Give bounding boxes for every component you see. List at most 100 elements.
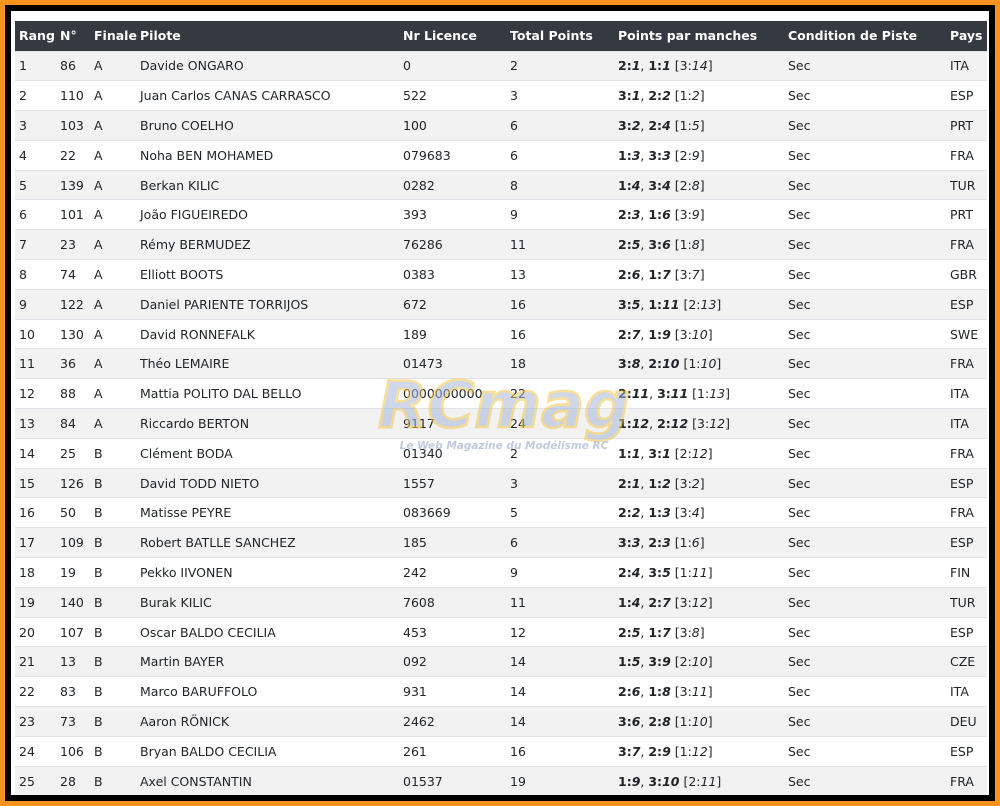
cell-numero: 140 [60,594,84,610]
cell-licence: 0 [403,58,411,74]
cell-licence: 1557 [403,475,435,491]
cell-total-points: 5 [510,505,518,521]
table-row[interactable]: 12 88 A Mattia POLITO DAL BELLO 00000000… [15,378,987,409]
table-row[interactable]: 13 84 A Riccardo BERTON 9117 24 1:12, 2:… [15,408,987,439]
table-row[interactable]: 18 19 B Pekko IIVONEN 242 9 2:4, 3:5 [1:… [15,557,987,588]
score-manche-2: 3:6 [648,237,671,253]
table-row[interactable]: 14 25 B Clément BODA 01340 2 1:1, 3:1 [2… [15,438,987,469]
col-header-numero[interactable]: N° [56,21,90,51]
cell-pilote: David RONNEFALK [140,326,255,342]
cell-condition: Sec [788,594,811,610]
cell-licence: 393 [403,207,427,223]
cell-pilote: Burak KILIC [140,594,212,610]
cell-finale: A [94,415,103,431]
cell-pays: FRA [950,147,974,163]
table-row[interactable]: 23 73 B Aaron RÖNICK 2462 14 3:6, 2:8 [1… [15,706,987,737]
col-header-licence[interactable]: Nr Licence [399,21,506,51]
col-header-finale[interactable]: Finale [90,21,137,51]
score-manche-1: 2:3 [618,207,641,223]
cell-pays: FRA [950,773,974,789]
cell-condition: Sec [788,237,811,253]
score-manche-1: 2:7 [618,326,641,342]
cell-pays: TUR [950,594,976,610]
table-row[interactable]: 3 103 A Bruno COELHO 100 6 3:2, 2:4 [1:5… [15,110,987,141]
score-discarded: 1:8 [679,237,700,253]
table-row[interactable]: 25 28 B Axel CONSTANTIN 01537 19 1:9, 3:… [15,766,987,795]
cell-total-points: 9 [510,207,518,223]
cell-licence: 522 [403,88,427,104]
table-row[interactable]: 5 139 A Berkan KILIC 0282 8 1:4, 3:4 [2:… [15,170,987,200]
col-header-condition[interactable]: Condition de Piste [784,21,946,51]
cell-pilote: Robert BATLLE SANCHEZ [140,535,296,551]
cell-numero: 50 [60,505,76,521]
score-manche-1: 1:3 [618,147,641,163]
cell-total-points: 6 [510,535,518,551]
col-header-pays[interactable]: Pays [946,21,987,51]
table-row[interactable]: 4 22 A Noha BEN MOHAMED 079683 6 1:3, 3:… [15,140,987,171]
cell-total-points: 8 [510,177,518,193]
table-row[interactable]: 20 107 B Oscar BALDO CECILIA 453 12 2:5,… [15,617,987,647]
cell-points-manches: 2:3, 1:6 [3:9] [618,207,705,223]
cell-points-manches: 1:4, 3:4 [2:8] [618,177,705,193]
cell-finale: B [94,594,103,610]
cell-points-manches: 2:6, 1:7 [3:7] [618,266,705,282]
table-header-row: Rang N° Finale Pilote Nr Licence Total P… [15,21,987,51]
cell-total-points: 14 [510,713,526,729]
table-row[interactable]: 17 109 B Robert BATLLE SANCHEZ 185 6 3:3… [15,527,987,558]
cell-numero: 101 [60,207,84,223]
results-table: Rang N° Finale Pilote Nr Licence Total P… [15,21,987,795]
table-row[interactable]: 19 140 B Burak KILIC 7608 11 1:4, 2:7 [3… [15,587,987,618]
col-header-total-points[interactable]: Total Points [506,21,614,51]
score-discarded: 1:5 [679,117,700,133]
cell-points-manches: 2:11, 3:11 [1:13] [618,386,730,402]
col-header-points-manches[interactable]: Points par manches [614,21,784,51]
score-manche-1: 2:5 [618,624,641,640]
col-header-rang[interactable]: Rang [15,21,56,51]
cell-condition: Sec [788,207,811,223]
table-row[interactable]: 15 126 B David TODD NIETO 1557 3 2:1, 1:… [15,468,987,498]
score-discarded: 3:11 [679,684,708,700]
cell-finale: A [94,266,103,282]
table-row[interactable]: 11 36 A Théo LEMAIRE 01473 18 3:8, 2:10 … [15,348,987,379]
cell-finale: B [94,624,103,640]
score-manche-2: 1:7 [648,624,671,640]
table-row[interactable]: 10 130 A David RONNEFALK 189 16 2:7, 1:9… [15,319,987,349]
table-row[interactable]: 7 23 A Rémy BERMUDEZ 76286 11 2:5, 3:6 [… [15,229,987,260]
table-row[interactable]: 24 106 B Bryan BALDO CECILIA 261 16 3:7,… [15,736,987,767]
score-discarded: 2:8 [679,177,700,193]
table-row[interactable]: 9 122 A Daniel PARIENTE TORRIJOS 672 16 … [15,289,987,320]
cell-finale: A [94,117,103,133]
cell-pilote: Aaron RÖNICK [140,713,230,729]
cell-points-manches: 1:4, 2:7 [3:12] [618,594,713,610]
cell-finale: B [94,773,103,789]
cell-total-points: 6 [510,117,518,133]
cell-rang: 20 [19,624,35,640]
cell-pays: CZE [950,654,976,670]
col-header-pilote[interactable]: Pilote [136,21,399,51]
score-manche-1: 1:4 [618,177,641,193]
cell-finale: A [94,296,103,312]
score-manche-1: 3:2 [618,117,641,133]
score-manche-1: 2:11 [618,386,650,402]
table-row[interactable]: 16 50 B Matisse PEYRE 083669 5 2:2, 1:3 … [15,497,987,528]
table-row[interactable]: 22 83 B Marco BARUFFOLO 931 14 2:6, 1:8 … [15,676,987,707]
cell-licence: 261 [403,743,427,759]
table-row[interactable]: 21 13 B Martin BAYER 092 14 1:5, 3:9 [2:… [15,646,987,677]
cell-numero: 103 [60,117,84,133]
score-manche-2: 2:10 [648,356,680,372]
table-row[interactable]: 6 101 A João FIGUEIREDO 393 9 2:3, 1:6 [… [15,199,987,230]
score-manche-1: 1:1 [618,445,641,461]
cell-rang: 10 [19,326,35,342]
cell-finale: B [94,743,103,759]
table-row[interactable]: 8 74 A Elliott BOOTS 0383 13 2:6, 1:7 [3… [15,259,987,290]
table-row[interactable]: 2 110 A Juan Carlos CANAS CARRASCO 522 3… [15,80,987,111]
cell-pilote: Bryan BALDO CECILIA [140,743,277,759]
cell-rang: 6 [19,207,27,223]
score-discarded: 3:7 [679,266,700,282]
table-row[interactable]: 1 86 A Davide ONGARO 0 2 2:1, 1:1 [3:14]… [15,51,987,81]
cell-finale: A [94,207,103,223]
cell-points-manches: 2:6, 1:8 [3:11] [618,684,713,700]
cell-pays: ITA [950,684,969,700]
score-manche-1: 3:5 [618,296,641,312]
cell-rang: 2 [19,88,27,104]
